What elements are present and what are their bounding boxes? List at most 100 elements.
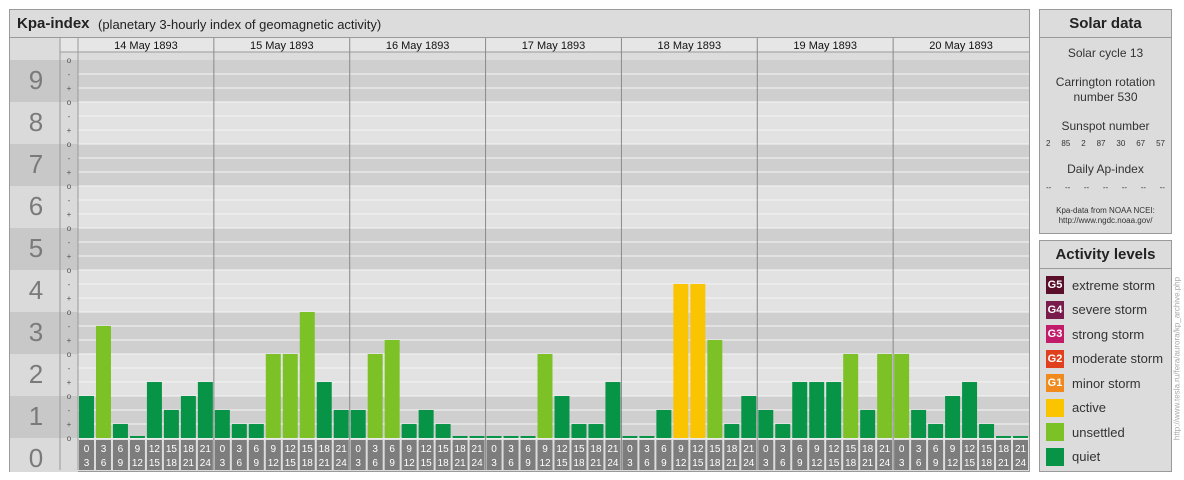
interval-end-label: 6 <box>916 458 922 469</box>
level-swatch-g5: G5 <box>1046 276 1064 295</box>
sunspot-values: 2 85 2 87 30 67 57 <box>1040 139 1171 148</box>
interval-end-label: 9 <box>525 458 531 469</box>
y-tick-label: 5 <box>29 233 43 263</box>
interval-start-label: 9 <box>950 444 956 455</box>
interval-start-label: 0 <box>627 444 633 455</box>
level-swatch-quiet <box>1046 447 1064 466</box>
minor-tick-label: - <box>68 322 71 331</box>
interval-start-label: 3 <box>372 444 378 455</box>
interval-end-label: 18 <box>981 458 993 469</box>
y-tick-label: 0 <box>29 443 43 472</box>
ap-value: -- <box>1121 183 1128 192</box>
sunspot-value: 87 <box>1096 139 1106 148</box>
kp-bar <box>129 436 145 438</box>
interval-end-label: 24 <box>1015 458 1027 469</box>
kp-bar <box>486 436 502 438</box>
kp-bar <box>112 424 128 438</box>
interval-start-label: 9 <box>542 444 548 455</box>
interval-end-label: 12 <box>947 458 959 469</box>
level-label: extreme storm <box>1072 277 1156 293</box>
kp-bar <box>503 436 519 438</box>
interval-end-label: 21 <box>319 458 331 469</box>
minor-tick-label: - <box>68 154 71 163</box>
kp-bar <box>435 424 451 438</box>
minor-tick-label: o <box>67 266 72 275</box>
day-label: 17 May 1893 <box>522 40 586 52</box>
interval-start-label: 6 <box>254 444 260 455</box>
interval-start-label: 6 <box>797 444 803 455</box>
interval-end-label: 24 <box>336 458 348 469</box>
kp-bar <box>469 436 485 438</box>
level-label: severe storm <box>1072 302 1148 318</box>
minor-tick-label: o <box>67 182 72 191</box>
interval-end-label: 6 <box>101 458 107 469</box>
interval-end-label: 15 <box>692 458 704 469</box>
kp-bar <box>282 354 298 438</box>
interval-start-label: 15 <box>845 444 857 455</box>
interval-start-label: 12 <box>556 444 568 455</box>
interval-start-label: 12 <box>964 444 976 455</box>
kp-bar-chart: 0123456789o+-o+-o+-o+-o+-o+-o+-o+-o+-o14… <box>10 38 1029 472</box>
level-active: active <box>1040 396 1171 421</box>
interval-end-label: 3 <box>84 458 90 469</box>
sunspot-value: 30 <box>1116 139 1126 148</box>
level-label: strong storm <box>1072 326 1145 342</box>
level-moderate-storm: G2 moderate storm <box>1040 347 1171 372</box>
kp-bar <box>809 382 825 438</box>
chart-title: Kpa-index <box>17 15 90 32</box>
kp-bar <box>401 424 417 438</box>
y-tick-label: 8 <box>29 107 43 137</box>
kp-bar <box>248 424 264 438</box>
interval-end-label: 9 <box>389 458 395 469</box>
interval-end-label: 12 <box>404 458 416 469</box>
minor-tick-label: + <box>67 294 72 303</box>
interval-end-label: 15 <box>964 458 976 469</box>
interval-start-label: 6 <box>525 444 531 455</box>
interval-end-label: 15 <box>828 458 840 469</box>
kp-bar <box>350 409 366 438</box>
y-band-label-bg <box>10 60 78 102</box>
kp-bar <box>928 424 944 438</box>
interval-end-label: 12 <box>539 458 551 469</box>
interval-start-label: 0 <box>220 444 226 455</box>
minor-tick-label: o <box>67 98 72 107</box>
interval-start-label: 18 <box>455 444 467 455</box>
interval-start-label: 18 <box>183 444 195 455</box>
interval-end-label: 24 <box>472 458 484 469</box>
interval-start-label: 6 <box>933 444 939 455</box>
kp-bar <box>384 340 400 438</box>
solar-cycle: Solar cycle 13 <box>1067 46 1144 60</box>
interval-end-label: 18 <box>573 458 585 469</box>
interval-start-label: 9 <box>271 444 277 455</box>
kp-bar <box>418 409 434 438</box>
minor-tick-label: - <box>68 280 71 289</box>
kp-bar <box>911 409 927 438</box>
interval-end-label: 24 <box>879 458 891 469</box>
minor-tick-label: - <box>68 406 71 415</box>
kp-bar <box>639 436 655 438</box>
interval-end-label: 15 <box>556 458 568 469</box>
y-band-label-bg <box>10 102 78 144</box>
interval-start-label: 6 <box>661 444 667 455</box>
sunspot-value: 2 <box>1046 139 1051 148</box>
minor-tick-label: - <box>68 196 71 205</box>
interval-end-label: 6 <box>644 458 650 469</box>
minor-tick-label: o <box>67 224 72 233</box>
minor-tick-label: - <box>68 238 71 247</box>
ap-value: -- <box>1046 183 1052 192</box>
interval-start-label: 9 <box>814 444 820 455</box>
interval-start-label: 21 <box>879 444 891 455</box>
data-credit: Kpa-data from NOAA NCEI: http://www.ngdc… <box>1040 206 1171 226</box>
interval-start-label: 0 <box>899 444 905 455</box>
kp-bar <box>537 354 553 438</box>
daily-ap-title: Daily Ap-index <box>1067 162 1144 176</box>
day-label: 18 May 1893 <box>658 40 722 52</box>
activity-levels-title: Activity levels <box>1040 241 1171 269</box>
level-swatch-g2: G2 <box>1046 349 1064 368</box>
interval-start-label: 21 <box>472 444 484 455</box>
interval-end-label: 24 <box>743 458 755 469</box>
kp-bar <box>588 424 604 438</box>
credit-source: Kpa-data from NOAA NCEI: <box>1056 206 1155 215</box>
kp-bar <box>79 396 94 438</box>
y-band-label-bg <box>10 270 78 312</box>
